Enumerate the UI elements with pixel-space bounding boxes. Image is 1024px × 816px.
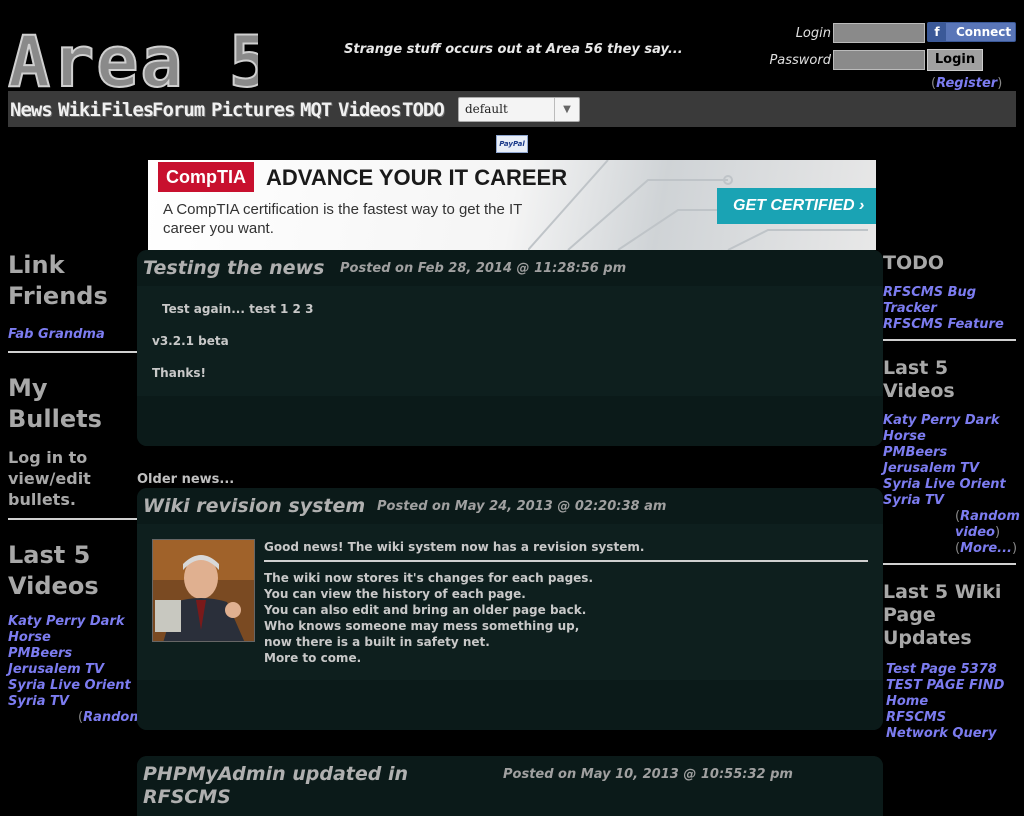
nav-news[interactable]: News <box>10 99 53 121</box>
news-post: Testing the news Posted on Feb 28, 2014 … <box>137 250 883 446</box>
post-lead: Good news! The wiki system now has a rev… <box>264 540 645 554</box>
todo-title: TODO <box>883 252 945 274</box>
banner-headline: ADVANCE YOUR IT CAREER <box>266 165 568 190</box>
register-wrapper: (Register) <box>931 76 1003 91</box>
wiki-link[interactable]: TEST PAGE FIND <box>886 678 1016 694</box>
banner-subtext: A CompTIA certification is the fastest w… <box>163 201 523 237</box>
friend-link[interactable]: Fab Grandma <box>8 327 137 343</box>
post-date: Posted on Feb 28, 2014 @ 11:28:56 pm <box>340 261 627 276</box>
nav-files[interactable]: Files <box>101 99 154 121</box>
video-link[interactable]: Syria Live Orient Syria TV <box>883 477 1016 509</box>
paypal-button[interactable]: PayPal <box>496 135 528 153</box>
bullets-login-text: Log in to view/edit bullets. <box>8 448 91 509</box>
video-link[interactable]: Katy Perry Dark Horse <box>883 413 1016 445</box>
post-header: PHPMyAdmin updated in RFSCMS Posted on M… <box>137 756 883 816</box>
nav-videos[interactable]: Videos <box>338 99 402 121</box>
site-logo[interactable]: Area 56 <box>7 20 316 104</box>
more-videos-link[interactable]: More... <box>960 541 1012 556</box>
more-wrapper: (More...) <box>955 541 1018 556</box>
site-tagline: Strange stuff occurs out at Area 56 they… <box>344 42 683 57</box>
post-title[interactable]: Testing the news <box>143 257 324 279</box>
video-link[interactable]: PMBeers Jerusalem TV <box>883 445 1016 477</box>
post-footer <box>137 396 883 446</box>
video-link[interactable]: Katy Perry Dark Horse <box>8 614 137 646</box>
register-link[interactable]: Register <box>936 76 997 91</box>
post-body-lines: The wiki now stores it's changes for eac… <box>264 570 593 666</box>
my-bullets-title: My Bullets <box>8 374 102 433</box>
link-friends-title: Link Friends <box>8 251 108 310</box>
nav-wiki[interactable]: Wiki <box>58 99 101 121</box>
random-video-link[interactable]: Random video <box>955 509 1020 540</box>
login-label: Login <box>795 26 831 41</box>
divider <box>883 333 1016 341</box>
post-text: Test again... test 1 2 3 <box>162 302 314 316</box>
comptia-logo: CompTIA <box>158 162 254 192</box>
post-text: now there is a built in safety net. <box>264 635 490 649</box>
older-news-link[interactable]: Older news... <box>137 472 234 487</box>
post-header: Testing the news Posted on Feb 28, 2014 … <box>137 250 883 286</box>
theme-select[interactable]: default ▼ <box>458 97 580 122</box>
theme-select-value: default <box>465 102 508 116</box>
post-text: You can view the history of each page. <box>264 587 526 601</box>
nav-todo[interactable]: TODO <box>402 99 445 121</box>
post-text: You can also edit and bring an older pag… <box>264 603 587 617</box>
divider <box>883 557 1016 565</box>
left-videos-title: Last 5 Videos <box>8 541 99 600</box>
get-certified-label: GET CERTIFIED <box>733 197 855 214</box>
post-date: Posted on May 24, 2013 @ 02:20:38 am <box>377 499 667 514</box>
news-post: PHPMyAdmin updated in RFSCMS Posted on M… <box>137 756 883 816</box>
right-videos-title: Last 5 Videos <box>883 357 955 402</box>
post-title[interactable]: PHPMyAdmin updated in RFSCMS <box>143 763 423 809</box>
right-sidebar: TODO RFSCMS Bug Tracker RFSCMS Feature L… <box>883 250 1020 742</box>
video-link[interactable]: Syria Live Orient Syria TV <box>8 678 137 710</box>
todo-link[interactable]: RFSCMS Bug Tracker <box>883 285 1016 317</box>
divider <box>8 343 137 353</box>
random-wrapper: (Random <box>78 710 143 725</box>
wiki-updates-title: Last 5 Wiki Page Updates <box>883 581 1002 649</box>
post-date: Posted on May 10, 2013 @ 10:55:32 pm <box>503 767 793 782</box>
divider <box>8 510 137 520</box>
main-navbar: News Wiki Files Forum Pictures MQT Video… <box>8 91 1016 127</box>
password-input[interactable] <box>833 50 925 70</box>
video-link[interactable]: PMBeers Jerusalem TV <box>8 646 137 678</box>
nav-mqt[interactable]: MQT <box>300 99 332 121</box>
login-input[interactable] <box>833 23 925 43</box>
post-footer <box>137 680 883 730</box>
get-certified-button[interactable]: GET CERTIFIED › <box>717 188 876 224</box>
post-text: The wiki now stores it's changes for eac… <box>264 571 594 585</box>
nav-pictures[interactable]: Pictures <box>211 99 296 121</box>
password-label: Password <box>769 53 831 68</box>
facebook-connect-label: Connect <box>956 25 1012 39</box>
facebook-icon: f <box>928 23 946 41</box>
wiki-link[interactable]: Home <box>886 694 1016 710</box>
divider <box>264 560 868 562</box>
post-text: More to come. <box>264 651 362 665</box>
wiki-link[interactable]: Network Query <box>886 726 1016 742</box>
post-text: Who knows someone may mess something up, <box>264 619 580 633</box>
left-sidebar: Link Friends Fab Grandma My Bullets Log … <box>8 250 143 725</box>
random-wrapper: (Random video) <box>955 509 1020 540</box>
post-header: Wiki revision system Posted on May 24, 2… <box>137 488 883 524</box>
post-title[interactable]: Wiki revision system <box>143 495 365 517</box>
nav-forum[interactable]: Forum <box>152 99 205 121</box>
post-image <box>152 539 255 642</box>
comptia-ad-banner[interactable]: CompTIA ADVANCE YOUR IT CAREER A CompTIA… <box>148 160 876 250</box>
post-text: Thanks! <box>152 366 206 380</box>
todo-link[interactable]: RFSCMS Feature <box>883 317 1016 333</box>
login-button[interactable]: Login <box>927 49 983 71</box>
wiki-link[interactable]: RFSCMS <box>886 710 1016 726</box>
post-text: v3.2.1 beta <box>152 334 229 348</box>
facebook-connect-button[interactable]: f Connect <box>927 22 1016 42</box>
chevron-down-icon: ▼ <box>554 98 579 121</box>
logo-text: Area 56 <box>8 22 258 94</box>
random-video-link[interactable]: Random <box>83 710 143 725</box>
wiki-link[interactable]: Test Page 5378 <box>886 662 1016 678</box>
